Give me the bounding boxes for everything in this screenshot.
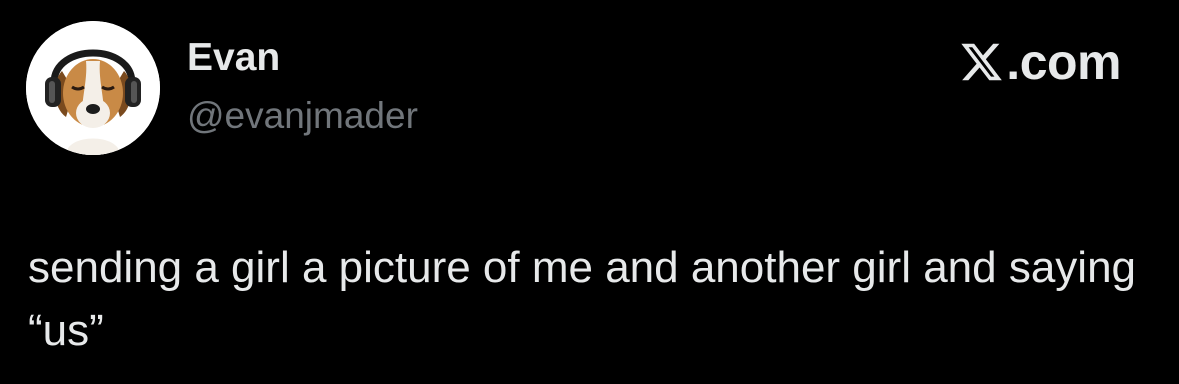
- tweet-card: Evan @evanjmader .com sending a girl a p…: [0, 0, 1179, 384]
- x-logo-icon: [959, 39, 1004, 85]
- display-name[interactable]: Evan: [187, 38, 280, 77]
- dog-with-headphones-avatar-icon: [26, 21, 160, 155]
- tweet-text: sending a girl a picture of me and anoth…: [28, 243, 1137, 355]
- user-handle[interactable]: @evanjmader: [187, 97, 418, 134]
- avatar[interactable]: [26, 21, 160, 155]
- brand-watermark: .com: [959, 36, 1121, 88]
- brand-domain-label: .com: [1006, 34, 1121, 90]
